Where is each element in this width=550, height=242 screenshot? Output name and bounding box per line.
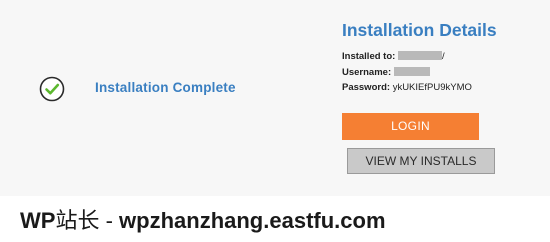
redacted-username [393,67,430,76]
watermark-domain: wpzhanzhang.eastfu.com [119,208,386,233]
installation-details-title: Installation Details [342,20,497,40]
password-label: Password: [342,82,391,93]
installed-to-suffix: / [441,51,445,62]
check-circle-icon [39,76,65,102]
installed-to-label: Installed to: [342,51,396,62]
installation-complete-text: Installation Complete [95,80,236,95]
password-row: Password: ykUKIEfPU9kYMO [342,82,472,93]
login-button[interactable]: LOGIN [342,113,479,140]
watermark-separator: - [99,208,120,233]
redacted-url [397,51,442,60]
watermark-brand: WP [20,208,56,233]
username-label: Username: [342,67,392,78]
site-watermark: WP站长 - wpzhanzhang.eastfu.com [20,203,386,235]
username-row: Username: [342,67,430,78]
view-my-installs-button[interactable]: VIEW MY INSTALLS [347,148,495,174]
watermark-cjk: 站长 [55,209,100,234]
password-value: ykUKIEfPU9kYMO [392,82,472,93]
installation-panel: Installation Complete Installation Detai… [0,0,550,196]
installed-to-row: Installed to: / [342,51,445,62]
